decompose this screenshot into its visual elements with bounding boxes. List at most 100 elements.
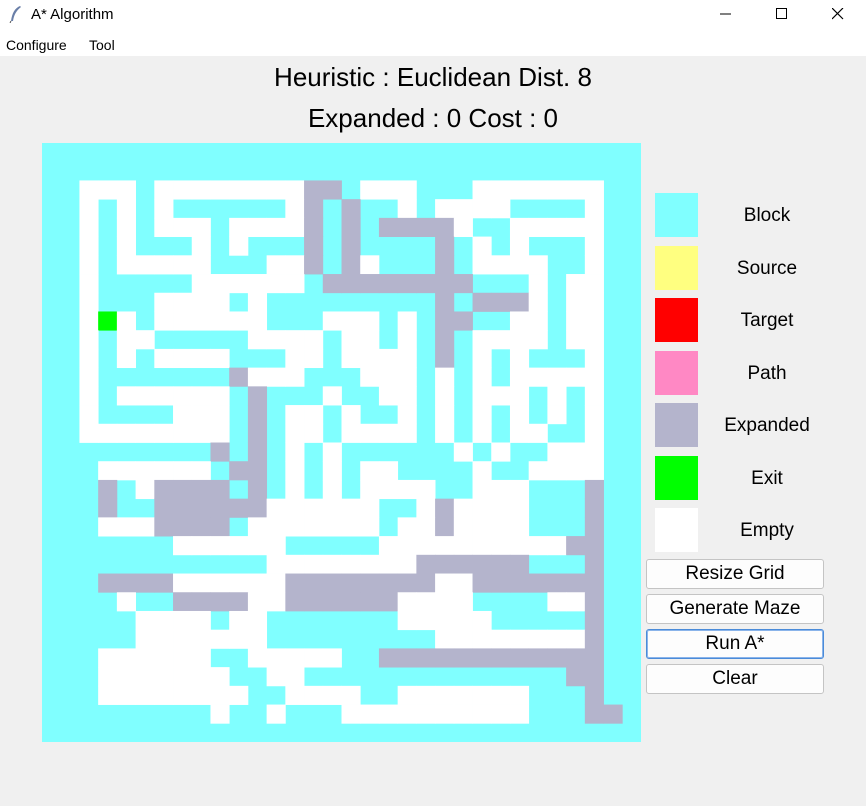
empty-cell[interactable] — [397, 367, 417, 387]
empty-cell[interactable] — [528, 255, 548, 275]
empty-cell[interactable] — [472, 405, 492, 425]
empty-cell[interactable] — [397, 517, 417, 537]
empty-cell[interactable] — [509, 330, 530, 350]
empty-cell[interactable] — [416, 479, 436, 500]
empty-cell[interactable] — [509, 479, 530, 500]
empty-cell[interactable] — [547, 405, 567, 425]
empty-cell[interactable] — [435, 629, 455, 649]
expanded-cell[interactable] — [378, 648, 399, 668]
empty-cell[interactable] — [285, 517, 305, 537]
empty-cell[interactable] — [116, 180, 136, 200]
empty-cell[interactable] — [472, 255, 492, 275]
empty-cell[interactable] — [191, 648, 211, 668]
empty-cell[interactable] — [341, 311, 361, 331]
empty-cell[interactable] — [472, 685, 492, 705]
empty-cell[interactable] — [173, 217, 193, 237]
empty-cell[interactable] — [453, 442, 473, 462]
expanded-cell[interactable] — [509, 292, 530, 312]
empty-cell[interactable] — [135, 685, 155, 705]
empty-cell[interactable] — [322, 479, 342, 500]
expanded-cell[interactable] — [378, 573, 399, 593]
menu-configure[interactable]: Configure — [6, 37, 67, 53]
empty-cell[interactable] — [247, 573, 268, 593]
expanded-cell[interactable] — [509, 573, 530, 593]
empty-cell[interactable] — [472, 199, 492, 219]
empty-cell[interactable] — [304, 517, 324, 537]
expanded-cell[interactable] — [453, 311, 473, 331]
empty-cell[interactable] — [285, 498, 305, 518]
empty-cell[interactable] — [547, 217, 567, 237]
expanded-cell[interactable] — [210, 479, 230, 500]
empty-cell[interactable] — [247, 629, 268, 649]
empty-cell[interactable] — [79, 199, 99, 219]
empty-cell[interactable] — [397, 311, 417, 331]
empty-cell[interactable] — [116, 255, 136, 275]
empty-cell[interactable] — [304, 348, 324, 369]
empty-cell[interactable] — [247, 367, 268, 387]
empty-cell[interactable] — [135, 517, 155, 537]
expanded-cell[interactable] — [435, 330, 455, 350]
empty-cell[interactable] — [566, 592, 586, 612]
empty-cell[interactable] — [547, 180, 567, 200]
expanded-cell[interactable] — [191, 517, 211, 537]
empty-cell[interactable] — [98, 180, 118, 200]
expanded-cell[interactable] — [453, 274, 473, 294]
empty-cell[interactable] — [584, 274, 604, 294]
empty-cell[interactable] — [435, 423, 455, 443]
expanded-cell[interactable] — [229, 461, 249, 481]
expanded-cell[interactable] — [247, 405, 268, 425]
empty-cell[interactable] — [566, 217, 586, 237]
empty-cell[interactable] — [453, 199, 473, 219]
empty-cell[interactable] — [266, 517, 286, 537]
empty-cell[interactable] — [285, 405, 305, 425]
expanded-cell[interactable] — [472, 554, 492, 574]
empty-cell[interactable] — [453, 610, 473, 631]
empty-cell[interactable] — [154, 461, 174, 481]
empty-cell[interactable] — [285, 180, 305, 200]
empty-cell[interactable] — [229, 685, 249, 705]
expanded-cell[interactable] — [584, 554, 604, 574]
empty-cell[interactable] — [285, 274, 305, 294]
empty-cell[interactable] — [491, 479, 511, 500]
close-button[interactable] — [810, 0, 866, 30]
empty-cell[interactable] — [416, 592, 436, 612]
empty-cell[interactable] — [360, 330, 380, 350]
expanded-cell[interactable] — [378, 592, 399, 612]
empty-cell[interactable] — [154, 648, 174, 668]
empty-cell[interactable] — [229, 274, 249, 294]
expanded-cell[interactable] — [154, 573, 174, 593]
empty-cell[interactable] — [247, 217, 268, 237]
empty-cell[interactable] — [229, 311, 249, 331]
empty-cell[interactable] — [285, 461, 305, 481]
empty-cell[interactable] — [116, 311, 136, 331]
expanded-cell[interactable] — [397, 217, 417, 237]
empty-cell[interactable] — [509, 704, 530, 724]
empty-cell[interactable] — [135, 461, 155, 481]
empty-cell[interactable] — [173, 255, 193, 275]
empty-cell[interactable] — [584, 348, 604, 369]
expanded-cell[interactable] — [229, 498, 249, 518]
empty-cell[interactable] — [210, 704, 230, 724]
expanded-cell[interactable] — [416, 274, 436, 294]
empty-cell[interactable] — [528, 217, 548, 237]
expanded-cell[interactable] — [435, 311, 455, 331]
empty-cell[interactable] — [453, 704, 473, 724]
empty-cell[interactable] — [135, 629, 155, 649]
expanded-cell[interactable] — [435, 554, 455, 574]
empty-cell[interactable] — [116, 517, 136, 537]
empty-cell[interactable] — [247, 292, 268, 312]
empty-cell[interactable] — [491, 442, 511, 462]
empty-cell[interactable] — [98, 648, 118, 668]
empty-cell[interactable] — [397, 330, 417, 350]
empty-cell[interactable] — [79, 311, 99, 331]
empty-cell[interactable] — [191, 536, 211, 556]
empty-cell[interactable] — [154, 311, 174, 331]
empty-cell[interactable] — [229, 629, 249, 649]
empty-cell[interactable] — [584, 405, 604, 425]
empty-cell[interactable] — [416, 610, 436, 631]
empty-cell[interactable] — [360, 704, 380, 724]
expanded-cell[interactable] — [416, 554, 436, 574]
empty-cell[interactable] — [584, 311, 604, 331]
empty-cell[interactable] — [154, 423, 174, 443]
maze-grid[interactable] — [42, 143, 641, 742]
